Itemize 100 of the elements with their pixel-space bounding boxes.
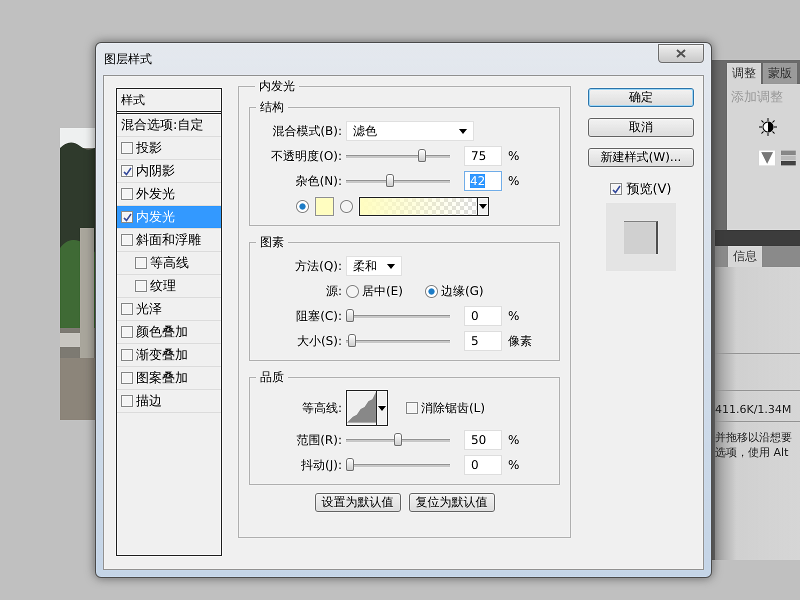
preview-thumbnail	[606, 203, 676, 271]
unit-label: 像素	[508, 332, 532, 350]
option-label: 边缘(G)	[440, 282, 484, 300]
group-title: 内发光	[258, 78, 296, 95]
input-field[interactable]: 5	[464, 331, 502, 351]
style-item[interactable]: 光泽	[117, 298, 221, 321]
preview-checkbox[interactable]: 预览(V)	[588, 180, 694, 198]
checkbox[interactable]	[121, 395, 133, 407]
slider-label: 不透明度(O):	[270, 148, 342, 164]
slider-thumb[interactable]	[348, 334, 356, 347]
dialog-button[interactable]: 新建样式(W)...	[588, 148, 694, 167]
slider-thumb[interactable]	[386, 174, 394, 187]
style-item[interactable]: 混合选项:自定	[117, 114, 221, 137]
field-label: 源:	[324, 282, 342, 300]
unit-label: %	[508, 309, 520, 323]
style-item[interactable]: 纹理	[117, 275, 221, 298]
panel-tab[interactable]: 蒙版	[763, 63, 797, 84]
slider-label: 范围(R):	[295, 432, 342, 448]
input-field[interactable]: 75	[464, 146, 502, 166]
checkbox[interactable]	[121, 349, 133, 361]
slider-thumb[interactable]	[346, 309, 354, 322]
slider[interactable]	[346, 174, 450, 188]
slider-thumb[interactable]	[418, 149, 426, 162]
checkbox[interactable]	[610, 183, 622, 195]
checkbox[interactable]	[121, 234, 133, 246]
technique-dropdown[interactable]: 柔和	[346, 256, 402, 276]
slider[interactable]	[346, 433, 450, 447]
style-item[interactable]: 斜面和浮雕	[117, 229, 221, 252]
option-label: 消除锯齿(L)	[421, 400, 486, 416]
blend-mode-dropdown[interactable]: 滤色	[346, 121, 474, 141]
checkbox-option[interactable]: 消除锯齿(L)	[406, 400, 486, 416]
style-item[interactable]: 图案叠加	[117, 367, 221, 390]
checkbox[interactable]	[135, 257, 147, 269]
slider-label: 杂色(N):	[294, 172, 342, 190]
close-button[interactable]	[658, 44, 704, 62]
slider[interactable]	[346, 334, 450, 348]
gradient-picker[interactable]	[359, 196, 489, 216]
field-label: 等高线:	[300, 400, 342, 416]
slider[interactable]	[346, 458, 450, 472]
window-title: 图层样式	[103, 50, 152, 68]
slider-label: 抖动(J):	[300, 456, 342, 474]
caret-icon	[378, 406, 386, 410]
radio-button[interactable]	[346, 284, 359, 298]
contour-picker[interactable]	[346, 390, 388, 426]
default-button[interactable]: 复位为默认值	[408, 493, 494, 512]
slider[interactable]	[346, 149, 450, 163]
panel-tab[interactable]: 信息	[728, 246, 762, 267]
style-item[interactable]: 颜色叠加	[117, 321, 221, 344]
checkbox[interactable]	[121, 326, 133, 338]
radio-button[interactable]	[296, 200, 309, 212]
checkbox[interactable]	[121, 142, 133, 154]
style-item[interactable]: 投影	[117, 137, 221, 160]
style-item[interactable]: 等高线	[117, 252, 221, 275]
option-label: 预览(V)	[626, 181, 672, 198]
selected-text: 42	[470, 174, 486, 188]
group-title: 品质	[259, 369, 285, 386]
input-field[interactable]: 0	[464, 455, 502, 475]
slider-thumb[interactable]	[346, 458, 354, 471]
unit-label: %	[508, 174, 520, 188]
checkbox[interactable]	[121, 188, 133, 200]
gradient-icon[interactable]	[759, 148, 776, 168]
checkbox[interactable]	[121, 165, 133, 177]
checkbox[interactable]	[406, 402, 418, 414]
panel-subtitle: 添加调整	[731, 89, 784, 106]
dialog-button[interactable]: 确定	[588, 88, 694, 107]
slider-label: 大小(S):	[296, 332, 342, 350]
radio-option[interactable]: 边缘(G)	[424, 282, 484, 300]
group-title: 结构	[259, 99, 285, 116]
document-size: 411.6K/1.34M	[715, 403, 792, 416]
checkbox[interactable]	[135, 280, 147, 292]
close-icon	[676, 48, 686, 58]
checkbox[interactable]	[121, 211, 133, 223]
hint-text: 并拖移以沿想要	[715, 430, 793, 445]
style-item[interactable]: 内阴影	[117, 160, 221, 183]
field-label: 方法(Q):	[294, 258, 342, 274]
slider[interactable]	[346, 309, 450, 323]
unit-label: %	[508, 458, 520, 472]
list-header: 样式	[117, 89, 221, 114]
style-item[interactable]: 描边	[117, 390, 221, 413]
unit-label: %	[508, 433, 520, 447]
checkbox[interactable]	[121, 303, 133, 315]
style-item[interactable]: 渐变叠加	[117, 344, 221, 367]
radio-button[interactable]	[340, 200, 353, 212]
caret-icon	[387, 264, 395, 268]
dialog-button[interactable]: 取消	[588, 118, 694, 137]
caret-icon	[479, 204, 487, 208]
panel-tab[interactable]: 调整	[727, 63, 761, 84]
slider-label: 阻塞(C):	[295, 308, 342, 324]
levels-icon[interactable]	[781, 148, 796, 168]
brightness-icon[interactable]	[759, 118, 777, 136]
checkbox[interactable]	[121, 372, 133, 384]
slider-thumb[interactable]	[394, 433, 402, 446]
color-swatch[interactable]	[315, 196, 334, 216]
default-button[interactable]: 设置为默认值	[314, 493, 400, 512]
input-field[interactable]: 0	[464, 306, 502, 326]
radio-button[interactable]	[424, 284, 438, 298]
input-field[interactable]: 50	[464, 430, 502, 450]
radio-option[interactable]: 居中(E)	[346, 282, 403, 300]
unit-label: %	[508, 149, 520, 163]
field-label: 混合模式(B):	[271, 122, 342, 140]
